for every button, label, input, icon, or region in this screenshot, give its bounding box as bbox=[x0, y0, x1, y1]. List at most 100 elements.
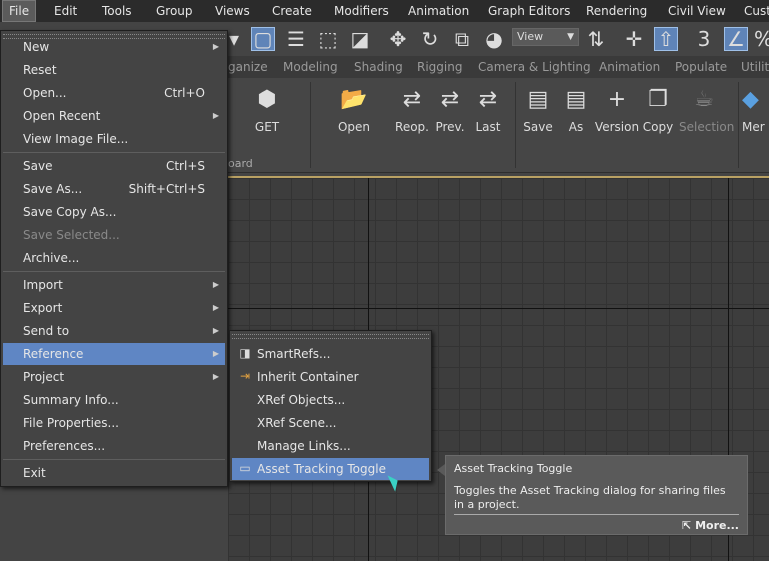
menu-item-send-to[interactable]: Send to ▶ bbox=[3, 320, 225, 342]
menu-item-save-selected: Save Selected... bbox=[3, 224, 225, 246]
merge-label: Mer bbox=[742, 120, 765, 134]
get-button[interactable]: ⬢ GET bbox=[242, 86, 292, 134]
menu-item-file-properties[interactable]: File Properties... bbox=[3, 412, 225, 434]
merge-button[interactable]: ◆ Mer bbox=[742, 86, 769, 134]
select-manipulate-icon[interactable]: ✛ bbox=[622, 27, 646, 51]
box-icon: ⬢ bbox=[257, 87, 277, 112]
copy-icon: ❐ bbox=[648, 87, 668, 112]
pivot-icon[interactable]: ⇅ bbox=[584, 27, 608, 51]
move-icon[interactable]: ✥ bbox=[386, 27, 410, 51]
menu-item-archive[interactable]: Archive... bbox=[3, 247, 225, 269]
menu-item-shortcut: Ctrl+O bbox=[164, 86, 205, 100]
tab-camera-lighting[interactable]: Camera & Lighting bbox=[478, 56, 591, 78]
menu-bar: File Edit Tools Group Views Create Modif… bbox=[0, 0, 769, 22]
submenu-arrow-icon: ▶ bbox=[212, 326, 219, 335]
tooltip-more-label: More... bbox=[695, 519, 739, 532]
reference-coordinate-dropdown[interactable]: View ▼ bbox=[512, 28, 579, 46]
menu-customize[interactable]: Cust bbox=[744, 0, 769, 22]
tab-shading[interactable]: Shading bbox=[354, 56, 403, 78]
menu-item-label: New bbox=[23, 40, 50, 54]
menu-item-xref-objects[interactable]: XRef Objects... bbox=[232, 389, 429, 411]
menu-item-label: Save As... bbox=[23, 182, 83, 196]
menu-animation[interactable]: Animation bbox=[408, 0, 469, 22]
menu-item-exit[interactable]: Exit bbox=[3, 462, 225, 484]
menu-item-view-image-file[interactable]: View Image File... bbox=[3, 128, 225, 150]
menu-item-asset-tracking-toggle[interactable]: ▭ Asset Tracking Toggle bbox=[232, 458, 429, 480]
angle-snap-icon[interactable]: ∠ bbox=[724, 27, 748, 51]
chevron-down-icon: ▼ bbox=[567, 32, 574, 42]
menu-item-open[interactable]: Open... Ctrl+O bbox=[3, 82, 225, 104]
tooltip-arrow bbox=[437, 464, 445, 476]
menu-item-reset[interactable]: Reset bbox=[3, 59, 225, 81]
menu-edit[interactable]: Edit bbox=[54, 0, 77, 22]
menu-item-reference[interactable]: Reference ▶ bbox=[3, 343, 225, 365]
menu-item-summary-info[interactable]: Summary Info... bbox=[3, 389, 225, 411]
menu-item-label: Save bbox=[23, 159, 53, 173]
tooltip-divider bbox=[454, 514, 739, 515]
smartrefs-icon: ◨ bbox=[239, 346, 251, 360]
menu-civil-view[interactable]: Civil View bbox=[668, 0, 726, 22]
menu-item-label: File Properties... bbox=[23, 416, 119, 430]
menu-item-save-copy-as[interactable]: Save Copy As... bbox=[3, 201, 225, 223]
placement-icon[interactable]: ◕ bbox=[482, 27, 506, 51]
menu-item-label: Import bbox=[23, 278, 63, 292]
tab-utilities[interactable]: Utiliti bbox=[741, 56, 769, 78]
tooltip-description: Toggles the Asset Tracking dialog for sh… bbox=[454, 484, 726, 511]
menu-item-export[interactable]: Export ▶ bbox=[3, 297, 225, 319]
folder-open-icon: 📂 bbox=[340, 87, 368, 112]
menu-create[interactable]: Create bbox=[272, 0, 312, 22]
grid-axis-horizontal bbox=[228, 308, 769, 309]
menu-item-preferences[interactable]: Preferences... bbox=[3, 435, 225, 457]
dropdown-arrow-icon[interactable]: ▾ bbox=[228, 27, 240, 51]
menu-item-smartrefs[interactable]: ◨ SmartRefs... bbox=[232, 343, 429, 365]
menu-item-label: Summary Info... bbox=[23, 393, 119, 407]
percent-snap-icon[interactable]: % bbox=[754, 27, 769, 51]
rectangular-selection-icon[interactable]: ⬚ bbox=[316, 27, 340, 51]
menu-item-label: Open... bbox=[23, 86, 67, 100]
window-crossing-icon[interactable]: ◪ bbox=[348, 27, 372, 51]
tooltip-more-link[interactable]: ⇱ More... bbox=[682, 519, 739, 532]
menu-item-label: Reference bbox=[23, 347, 84, 361]
copy-button[interactable]: ❐ Copy bbox=[633, 86, 683, 134]
file-menu: New ▶ Reset Open... Ctrl+O Open Recent ▶ Vi… bbox=[0, 30, 228, 487]
select-by-name-icon[interactable]: ☰ bbox=[284, 27, 308, 51]
menu-item-label: Open Recent bbox=[23, 109, 101, 123]
tab-animation[interactable]: Animation bbox=[599, 56, 660, 78]
menu-rendering[interactable]: Rendering bbox=[586, 0, 647, 22]
menu-views[interactable]: Views bbox=[215, 0, 250, 22]
rotate-icon[interactable]: ↻ bbox=[418, 27, 442, 51]
tab-organize[interactable]: ganize bbox=[228, 56, 268, 78]
selection-button[interactable]: ☕ Selection bbox=[679, 86, 734, 134]
menu-graph-editors[interactable]: Graph Editors bbox=[488, 0, 570, 22]
menu-item-project[interactable]: Project ▶ bbox=[3, 366, 225, 388]
menu-item-shortcut: Shift+Ctrl+S bbox=[128, 182, 205, 196]
menu-item-save[interactable]: Save Ctrl+S bbox=[3, 155, 225, 177]
menu-item-label: Save Copy As... bbox=[23, 205, 117, 219]
ribbon-group-label: oard bbox=[228, 157, 253, 170]
tab-modeling[interactable]: Modeling bbox=[283, 56, 338, 78]
menu-file[interactable]: File bbox=[2, 0, 37, 22]
open-button[interactable]: 📂 Open bbox=[329, 86, 379, 134]
snaps-toggle-icon[interactable]: 3 bbox=[692, 27, 716, 51]
select-object-icon[interactable]: ▢ bbox=[251, 27, 275, 51]
menu-item-manage-links[interactable]: Manage Links... bbox=[232, 435, 429, 457]
scale-icon[interactable]: ⧉ bbox=[450, 27, 474, 51]
menu-item-open-recent[interactable]: Open Recent ▶ bbox=[3, 105, 225, 127]
submenu-arrow-icon: ▶ bbox=[212, 303, 219, 312]
menu-item-new[interactable]: New ▶ bbox=[3, 36, 225, 58]
tab-rigging[interactable]: Rigging bbox=[417, 56, 462, 78]
last-button[interactable]: ⇄ Last bbox=[463, 86, 513, 134]
menu-item-xref-scene[interactable]: XRef Scene... bbox=[232, 412, 429, 434]
keyboard-shortcut-override-icon[interactable]: ⇧ bbox=[654, 27, 678, 51]
menu-tools[interactable]: Tools bbox=[102, 0, 132, 22]
menu-item-import[interactable]: Import ▶ bbox=[3, 274, 225, 296]
menu-modifiers[interactable]: Modifiers bbox=[334, 0, 389, 22]
submenu-arrow-icon: ▶ bbox=[212, 111, 219, 120]
menu-item-label: Exit bbox=[23, 466, 46, 480]
menu-item-save-as[interactable]: Save As... Shift+Ctrl+S bbox=[3, 178, 225, 200]
tab-populate[interactable]: Populate bbox=[675, 56, 727, 78]
menu-group[interactable]: Group bbox=[156, 0, 193, 22]
menu-item-label: Asset Tracking Toggle bbox=[257, 462, 386, 476]
menu-item-label: Save Selected... bbox=[23, 228, 120, 242]
menu-item-inherit-container[interactable]: ⇥ Inherit Container bbox=[232, 366, 429, 388]
